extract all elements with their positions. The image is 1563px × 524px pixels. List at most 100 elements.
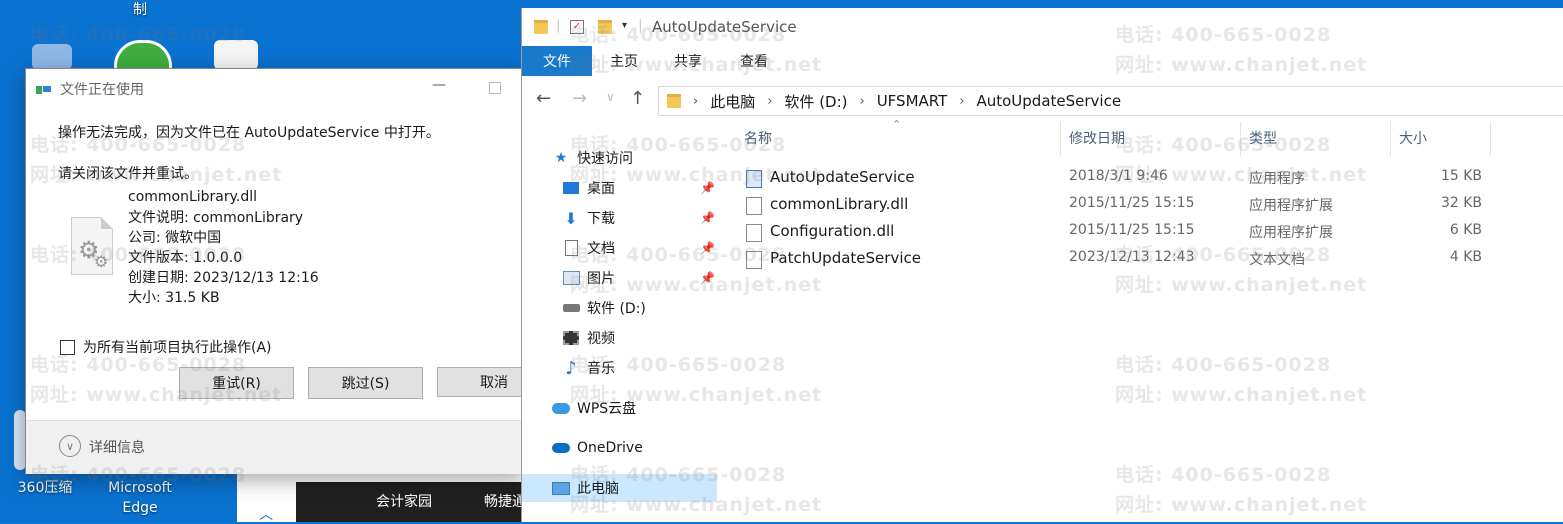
- breadcrumb-chevron-icon[interactable]: ›: [767, 94, 772, 109]
- breadcrumb-chevron-icon[interactable]: ›: [860, 94, 865, 109]
- file-type-cell: 应用程序: [1249, 171, 1305, 187]
- apply-all-checkbox[interactable]: [60, 339, 75, 355]
- folder-icon: [667, 94, 681, 108]
- nav-label: 快速访问: [577, 151, 633, 167]
- drive-icon: [562, 300, 580, 316]
- quick-access-toolbar: | ✓ ▾ | AutoUpdateService: [522, 8, 1563, 46]
- file-version: 文件版本: 1.0.0.0: [128, 250, 243, 266]
- chevron-down-icon[interactable]: ∨: [59, 435, 81, 457]
- nav-item-downloads[interactable]: ⬇ 下载 📌: [522, 204, 717, 232]
- up-arrow-icon[interactable]: ↑: [630, 88, 645, 109]
- dialog-message: 操作无法完成，因为文件已在 AutoUpdateService 中打开。: [58, 125, 440, 141]
- file-row[interactable]: Configuration.dll 2015/11/25 15:15 应用程序扩…: [742, 219, 1542, 245]
- column-divider[interactable]: [1390, 122, 1391, 156]
- qat-dropdown-icon[interactable]: ▾: [622, 20, 627, 31]
- desktop-icon: [562, 180, 580, 196]
- pin-icon[interactable]: 📌: [700, 271, 715, 285]
- breadcrumb-this-pc[interactable]: 此电脑: [710, 91, 755, 112]
- picture-icon: [562, 270, 580, 286]
- nav-label: 图片: [587, 271, 615, 287]
- tab-share[interactable]: 共享: [672, 46, 704, 76]
- taskbar-item-chanjet[interactable]: 畅捷通: [484, 491, 526, 511]
- breadcrumb-autoupdateservice[interactable]: AutoUpdateService: [976, 92, 1121, 110]
- breadcrumb-drive-d[interactable]: 软件 (D:): [784, 91, 847, 112]
- tab-home[interactable]: 主页: [608, 46, 640, 76]
- desktop-icon-label-360[interactable]: 360压缩: [10, 478, 80, 498]
- breadcrumb-ufsmart[interactable]: UFSMART: [877, 92, 948, 110]
- file-row[interactable]: AutoUpdateService 2018/3/1 9:46 应用程序 15 …: [742, 165, 1542, 191]
- file-in-use-dialog: 文件正在使用 — 操作无法完成，因为文件已在 AutoUpdateService…: [25, 68, 527, 474]
- retry-button[interactable]: 重试(R): [179, 367, 294, 399]
- pin-icon[interactable]: 📌: [700, 211, 715, 225]
- nav-item-onedrive[interactable]: OneDrive: [522, 434, 717, 462]
- tab-file[interactable]: 文件: [522, 46, 592, 76]
- new-folder-icon[interactable]: [598, 20, 612, 34]
- properties-icon[interactable]: ✓: [570, 20, 584, 34]
- nav-label: 音乐: [587, 361, 615, 377]
- desktop-web-icon[interactable]: [214, 40, 258, 70]
- text-file-icon: [746, 251, 762, 269]
- skip-button[interactable]: 跳过(S): [308, 367, 423, 399]
- address-bar[interactable]: › 此电脑 › 软件 (D:) › UFSMART › AutoUpdateSe…: [658, 86, 1563, 116]
- nav-item-wps-cloud[interactable]: WPS云盘: [522, 394, 717, 422]
- column-header-name[interactable]: 名称: [744, 128, 772, 152]
- minimize-icon[interactable]: —: [432, 77, 446, 93]
- file-created: 创建日期: 2023/12/13 12:16: [128, 270, 319, 286]
- nav-item-music[interactable]: ♪ 音乐: [522, 354, 717, 382]
- nav-label: 软件 (D:): [587, 301, 646, 317]
- taskbar-item-kjjy[interactable]: 会计家园: [376, 491, 432, 511]
- back-arrow-icon[interactable]: ←: [536, 88, 551, 109]
- video-icon: [562, 330, 580, 346]
- nav-item-pictures[interactable]: 图片 📌: [522, 264, 717, 292]
- file-row[interactable]: commonLibrary.dll 2015/11/25 15:15 应用程序扩…: [742, 192, 1542, 218]
- file-explorer-window: | ✓ ▾ | AutoUpdateService 文件 主页 共享 查看 ← …: [521, 8, 1563, 522]
- breadcrumb-chevron-icon[interactable]: ›: [959, 94, 964, 109]
- breadcrumb-chevron-icon[interactable]: ›: [693, 94, 698, 109]
- tab-view[interactable]: 查看: [738, 46, 770, 76]
- nav-label: 文档: [587, 241, 615, 257]
- nav-item-this-pc[interactable]: 此电脑: [522, 474, 717, 502]
- recent-dropdown-icon[interactable]: ∨: [606, 90, 615, 104]
- column-divider[interactable]: [1060, 122, 1061, 156]
- dialog-instruction: 请关闭该文件并重试。: [58, 166, 198, 182]
- column-header-type[interactable]: 类型: [1249, 128, 1277, 152]
- file-name-cell: AutoUpdateService: [770, 168, 915, 186]
- file-row[interactable]: PatchUpdateService 2023/12/13 12:43 文本文档…: [742, 246, 1542, 272]
- chevron-up-icon[interactable]: ︿: [259, 504, 273, 524]
- column-divider[interactable]: [1240, 122, 1241, 156]
- dialog-title: 文件正在使用: [60, 82, 144, 98]
- details-label[interactable]: 详细信息: [89, 437, 145, 457]
- transfer-icon: [36, 83, 52, 95]
- apply-all-label[interactable]: 为所有当前项目执行此操作(A): [83, 337, 272, 357]
- nav-label: 视频: [587, 331, 615, 347]
- nav-item-drive-d[interactable]: 软件 (D:): [522, 294, 717, 322]
- column-header-modified[interactable]: 修改日期: [1069, 128, 1125, 152]
- file-size-cell: 32 KB: [1440, 195, 1482, 211]
- apply-all-checkbox-row[interactable]: 为所有当前项目执行此操作(A): [60, 337, 272, 357]
- file-name-cell: PatchUpdateService: [770, 249, 921, 267]
- file-description: 文件说明: commonLibrary: [128, 210, 304, 226]
- maximize-icon[interactable]: [489, 82, 501, 94]
- nav-item-documents[interactable]: 文档 📌: [522, 234, 717, 262]
- file-size: 大小: 31.5 KB: [128, 290, 220, 306]
- nav-item-videos[interactable]: 视频: [522, 324, 717, 352]
- nav-label: WPS云盘: [577, 401, 637, 417]
- taskbar-pinned: 会计家园 畅捷通: [296, 482, 526, 522]
- nav-item-quick-access[interactable]: ★ 快速访问: [522, 144, 717, 172]
- music-icon: ♪: [565, 357, 577, 379]
- column-header-size[interactable]: 大小: [1399, 128, 1427, 152]
- desktop-icon-label-edge[interactable]: Microsoft Edge: [95, 478, 185, 518]
- pin-icon[interactable]: 📌: [700, 241, 715, 255]
- column-divider[interactable]: [1490, 122, 1491, 156]
- cancel-button[interactable]: 取消: [437, 367, 525, 397]
- forward-arrow-icon[interactable]: →: [572, 88, 587, 109]
- file-type-cell: 应用程序扩展: [1249, 225, 1333, 241]
- nav-label: OneDrive: [577, 440, 643, 456]
- nav-item-desktop[interactable]: 桌面 📌: [522, 174, 717, 202]
- file-name-cell: Configuration.dll: [770, 222, 895, 240]
- pin-icon[interactable]: 📌: [700, 181, 715, 195]
- desktop-monitor-icon[interactable]: [32, 44, 72, 70]
- folder-icon: [534, 20, 548, 34]
- ribbon-tabs: 文件 主页 共享 查看: [522, 46, 1563, 76]
- dll-file-icon: [746, 197, 762, 215]
